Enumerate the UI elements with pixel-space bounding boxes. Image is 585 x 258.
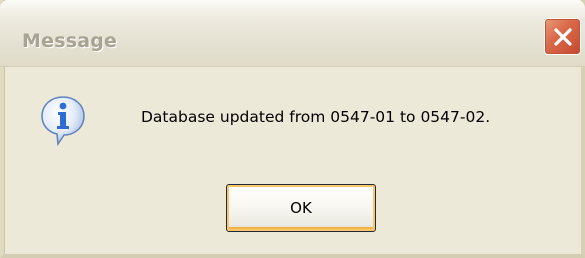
close-button[interactable] bbox=[544, 18, 581, 55]
close-icon bbox=[552, 26, 574, 48]
ok-button-label: OK bbox=[290, 199, 312, 217]
dialog-title: Message bbox=[22, 30, 118, 52]
message-dialog: Message Database updated from 0547-01 to… bbox=[0, 0, 585, 258]
title-bar[interactable]: Message bbox=[0, 0, 585, 67]
info-icon bbox=[40, 95, 86, 147]
message-text: Database updated from 0547-01 to 0547-02… bbox=[141, 108, 491, 126]
ok-button[interactable]: OK bbox=[226, 184, 376, 232]
